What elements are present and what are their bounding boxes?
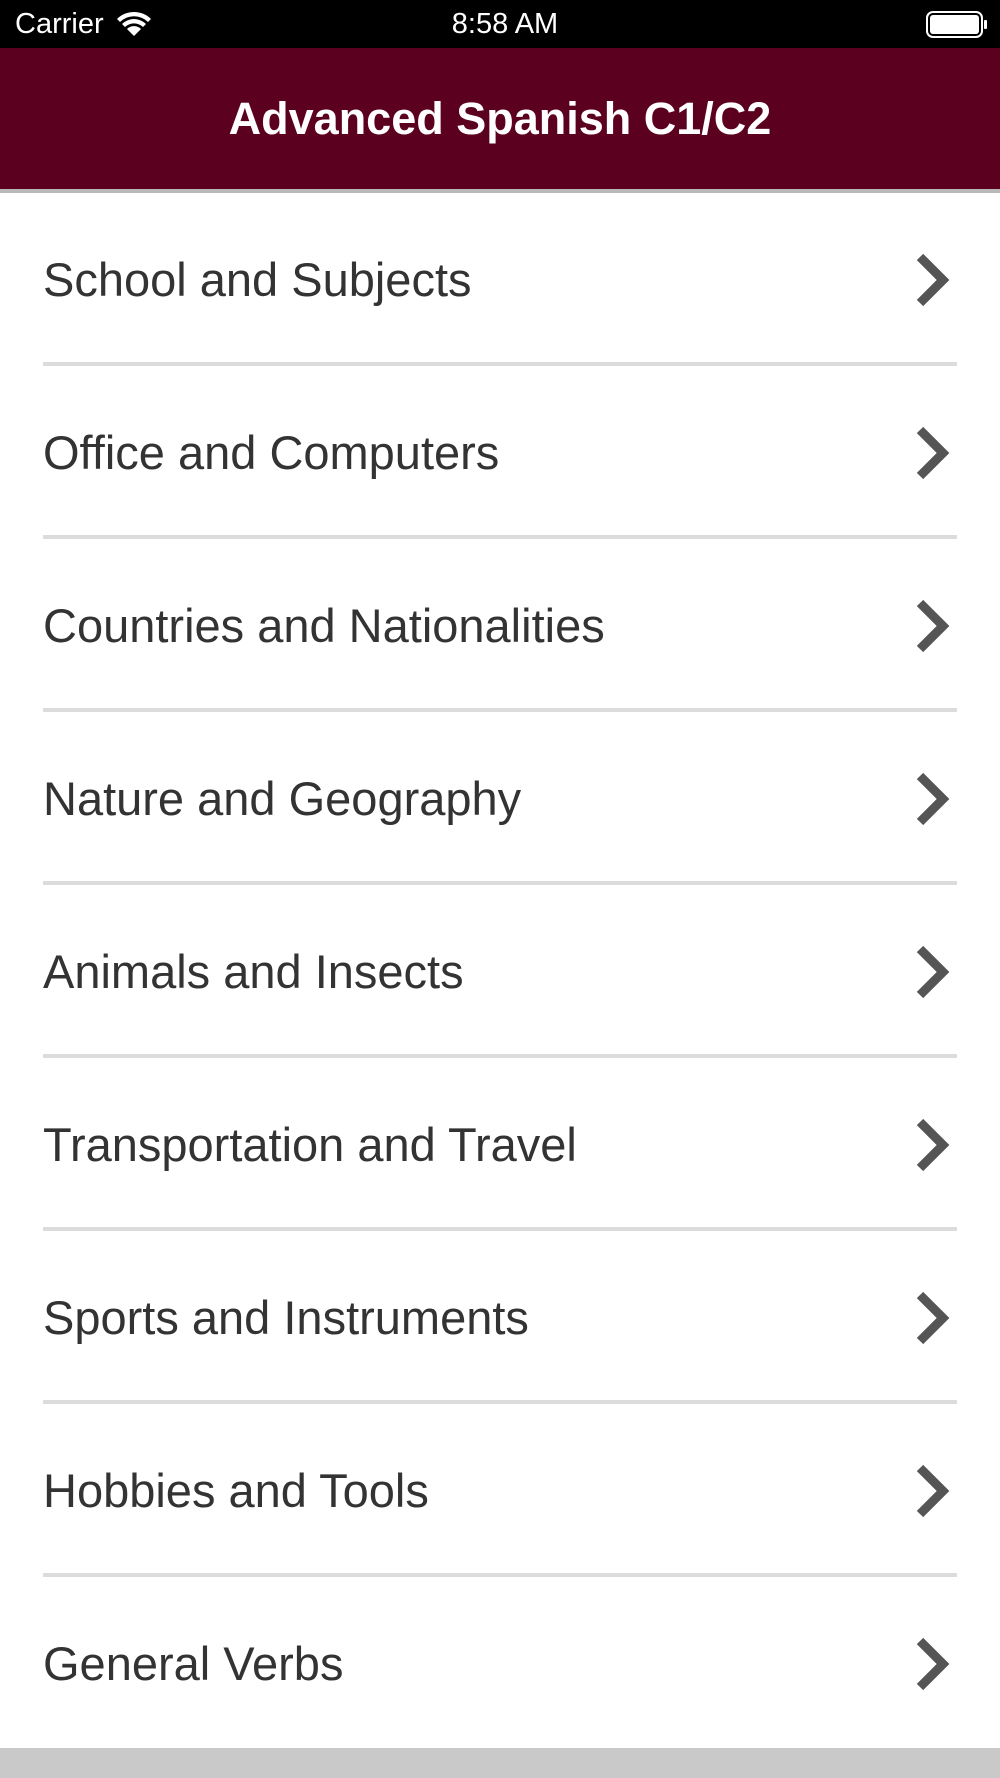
list-item-hobbies-and-tools[interactable]: Hobbies and Tools: [0, 1404, 1000, 1577]
chevron-right-icon: [916, 1637, 950, 1691]
list-item-label: Nature and Geography: [43, 772, 522, 825]
list-item-label: Office and Computers: [43, 426, 500, 479]
chevron-right-icon: [916, 945, 950, 999]
list-item-label: School and Subjects: [43, 253, 472, 306]
status-time: 8:58 AM: [451, 8, 559, 40]
list-item-transportation-and-travel[interactable]: Transportation and Travel: [0, 1058, 1000, 1231]
list-item-school-and-subjects[interactable]: School and Subjects: [0, 193, 1000, 366]
chevron-right-icon: [916, 253, 950, 307]
chevron-right-icon: [916, 599, 950, 653]
list-item-nature-and-geography[interactable]: Nature and Geography: [0, 712, 1000, 885]
list-item-label: General Verbs: [43, 1637, 344, 1690]
battery-full-icon: [926, 11, 987, 38]
list-item-countries-and-nationalities[interactable]: Countries and Nationalities: [0, 539, 1000, 712]
chevron-right-icon: [916, 1464, 950, 1518]
chevron-right-icon: [916, 426, 950, 480]
list-item-label: Animals and Insects: [43, 945, 464, 998]
page-title: Advanced Spanish C1/C2: [228, 93, 772, 144]
list-item-label: Hobbies and Tools: [43, 1464, 429, 1517]
list-item-animals-and-insects[interactable]: Animals and Insects: [0, 885, 1000, 1058]
status-bar: Carrier 8:58 AM: [0, 0, 1000, 48]
list-item-general-verbs[interactable]: General Verbs: [0, 1577, 1000, 1750]
navigation-bar: Advanced Spanish C1/C2: [0, 48, 1000, 193]
list-item-office-and-computers[interactable]: Office and Computers: [0, 366, 1000, 539]
chevron-right-icon: [916, 772, 950, 826]
list-item-label: Countries and Nationalities: [43, 599, 605, 652]
bottom-bar: [0, 1748, 1000, 1778]
list-item-label: Transportation and Travel: [43, 1118, 577, 1171]
category-list: School and Subjects Office and Computers…: [0, 193, 1000, 1750]
list-item-label: Sports and Instruments: [43, 1291, 529, 1344]
chevron-right-icon: [916, 1291, 950, 1345]
chevron-right-icon: [916, 1118, 950, 1172]
list-item-sports-and-instruments[interactable]: Sports and Instruments: [0, 1231, 1000, 1404]
